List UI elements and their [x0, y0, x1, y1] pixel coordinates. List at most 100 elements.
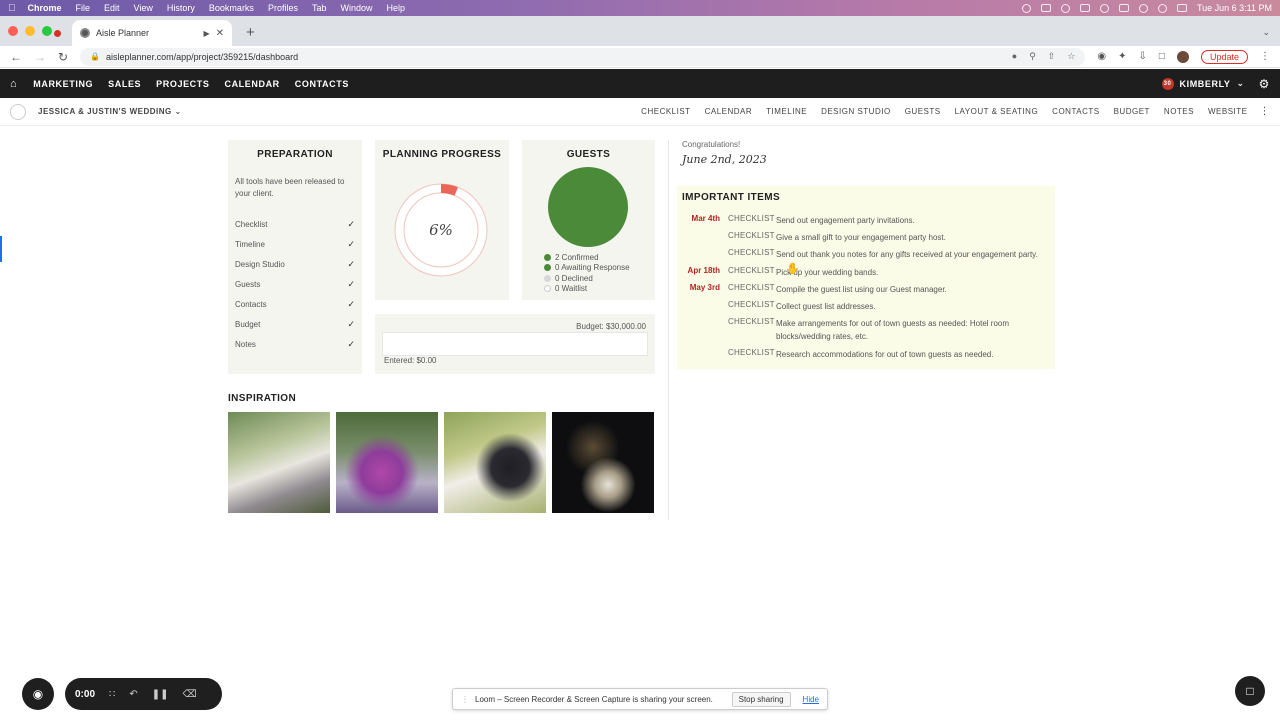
status-icon[interactable]	[1021, 3, 1031, 13]
chevron-down-icon[interactable]: ⌄	[174, 107, 181, 116]
hide-sharing-button[interactable]: Hide	[803, 695, 819, 704]
wifi-icon[interactable]	[1138, 3, 1148, 13]
important-item[interactable]: CHECKLIST Give a small gift to your enga…	[682, 231, 1046, 244]
menu-app-name[interactable]: Chrome	[28, 3, 62, 13]
project-selector[interactable]: JESSICA & JUSTIN'S WEDDING ⌄	[38, 107, 182, 116]
nav-calendar[interactable]: CALENDAR	[224, 79, 279, 89]
profile-avatar[interactable]	[1176, 50, 1189, 63]
important-item[interactable]: CHECKLIST Research accommodations for ou…	[682, 348, 1046, 361]
project-tab-budget[interactable]: BUDGET	[1114, 107, 1150, 116]
tool-item-checklist[interactable]: Checklist ✓	[235, 214, 355, 234]
notification-badge[interactable]: 30	[1161, 77, 1174, 90]
browser-menu-icon[interactable]: ⋮	[1260, 51, 1270, 62]
project-tab-timeline[interactable]: TIMELINE	[766, 107, 807, 116]
tool-item-budget[interactable]: Budget ✓	[235, 314, 355, 334]
project-tab-contacts[interactable]: CONTACTS	[1052, 107, 1099, 116]
drag-handle-icon[interactable]: ⋮	[461, 695, 469, 704]
menu-edit[interactable]: Edit	[104, 3, 120, 13]
important-item[interactable]: CHECKLIST Make arrangements for out of t…	[682, 317, 1046, 343]
forward-button[interactable]: →	[34, 50, 46, 64]
menu-history[interactable]: History	[167, 3, 195, 13]
share-icon[interactable]: ⇧	[1048, 51, 1056, 62]
minimize-window-button[interactable]	[25, 26, 35, 36]
important-item[interactable]: CHECKLIST Collect guest list addresses.	[682, 300, 1046, 313]
guests-card[interactable]: GUESTS 2 Confirmed 0 Awaiting Response 0…	[522, 140, 655, 300]
important-item[interactable]: May 3rd CHECKLIST Compile the guest list…	[682, 283, 1046, 296]
tool-item-timeline[interactable]: Timeline ✓	[235, 234, 355, 254]
pause-icon[interactable]: ❚❚	[152, 689, 169, 700]
important-item[interactable]: Mar 4th CHECKLIST Send out engagement pa…	[682, 214, 1046, 227]
download-icon[interactable]: ⇩	[1139, 51, 1147, 62]
chevron-down-icon[interactable]: ⌄	[1236, 78, 1244, 89]
important-item[interactable]: CHECKLIST Send out thank you notes for a…	[682, 248, 1046, 261]
menu-bookmarks[interactable]: Bookmarks	[209, 3, 254, 13]
menu-help[interactable]: Help	[386, 3, 405, 13]
grid-icon[interactable]: ∷	[109, 689, 115, 700]
more-options-icon[interactable]: ⋮	[1260, 106, 1271, 117]
project-tab-guests[interactable]: GUESTS	[905, 107, 941, 116]
user-name[interactable]: KIMBERLY	[1180, 79, 1231, 89]
project-tab-website[interactable]: WEBSITE	[1208, 107, 1248, 116]
nav-sales[interactable]: SALES	[108, 79, 141, 89]
browser-tab[interactable]: Aisle Planner ▶ ✕	[54, 20, 232, 46]
bluetooth-icon[interactable]	[1099, 3, 1109, 13]
battery-icon[interactable]	[1118, 4, 1129, 12]
maximize-window-button[interactable]	[42, 26, 52, 36]
zoom-icon[interactable]: ⚲	[1029, 51, 1036, 62]
url-text[interactable]: aisleplanner.com/app/project/359215/dash…	[106, 52, 298, 62]
tool-item-guests[interactable]: Guests ✓	[235, 274, 355, 294]
tool-item-contacts[interactable]: Contacts ✓	[235, 294, 355, 314]
extension-icon[interactable]: ◉	[1097, 51, 1106, 62]
bookmark-star-icon[interactable]: ☆	[1067, 51, 1075, 62]
close-tab-icon[interactable]: ✕	[216, 28, 224, 39]
gear-icon[interactable]: ⚙	[1259, 77, 1270, 91]
reload-button[interactable]: ↻	[58, 50, 68, 64]
project-tab-notes[interactable]: NOTES	[1164, 107, 1194, 116]
nav-marketing[interactable]: MARKETING	[33, 79, 93, 89]
project-tab-checklist[interactable]: CHECKLIST	[641, 107, 690, 116]
tool-item-notes[interactable]: Notes ✓	[235, 334, 355, 354]
menu-tab[interactable]: Tab	[312, 3, 327, 13]
project-tab-layout-seating[interactable]: LAYOUT & SEATING	[955, 107, 1039, 116]
user-menu[interactable]: 30 KIMBERLY ⌄	[1161, 77, 1245, 90]
speaker-icon[interactable]: ▶	[203, 29, 209, 38]
inspiration-photo-couple[interactable]	[444, 412, 546, 513]
inspiration-photo-wedding-cake[interactable]	[552, 412, 654, 513]
project-logo-icon[interactable]	[10, 103, 26, 120]
menu-window[interactable]: Window	[340, 3, 372, 13]
lock-icon[interactable]: 🔒	[90, 52, 100, 61]
chat-button[interactable]: □	[1235, 676, 1265, 706]
sidebar-icon[interactable]: □	[1159, 51, 1165, 62]
inspiration-photo-bride-bridesmaid[interactable]	[228, 412, 330, 513]
nav-projects[interactable]: PROJECTS	[156, 79, 209, 89]
project-name[interactable]: JESSICA & JUSTIN'S WEDDING	[38, 107, 172, 116]
project-tab-design-studio[interactable]: DESIGN STUDIO	[821, 107, 891, 116]
nav-contacts[interactable]: CONTACTS	[295, 79, 349, 89]
volume-icon[interactable]	[1079, 4, 1090, 12]
project-tab-calendar[interactable]: CALENDAR	[705, 107, 753, 116]
status-icon[interactable]	[1040, 4, 1051, 12]
loom-camera-button[interactable]: ◉	[22, 678, 54, 710]
trash-icon[interactable]: ⌫	[183, 689, 197, 700]
menu-profiles[interactable]: Profiles	[268, 3, 298, 13]
planning-progress-card[interactable]: PLANNING PROGRESS 6%	[375, 140, 509, 300]
close-window-button[interactable]	[8, 26, 18, 36]
microphone-icon[interactable]: ●	[1012, 51, 1017, 62]
inspiration-photo-orchid-centerpiece[interactable]	[336, 412, 438, 513]
menu-view[interactable]: View	[134, 3, 153, 13]
update-button[interactable]: Update	[1200, 49, 1248, 64]
apple-icon[interactable]: 	[8, 3, 16, 14]
important-item[interactable]: Apr 18th CHECKLIST Pick up your wedding …	[682, 266, 1046, 279]
menu-bar-clock[interactable]: Tue Jun 6 3:11 PM	[1197, 3, 1272, 13]
tab-search-chevron-icon[interactable]: ⌄	[1262, 27, 1270, 38]
undo-icon[interactable]: ↶	[129, 689, 137, 700]
puzzle-icon[interactable]: ✦	[1118, 51, 1126, 62]
tool-item-design-studio[interactable]: Design Studio ✓	[235, 254, 355, 274]
address-bar[interactable]: 🔒 aisleplanner.com/app/project/359215/da…	[80, 47, 1086, 66]
search-icon[interactable]	[1157, 3, 1167, 13]
status-icon[interactable]	[1060, 3, 1070, 13]
stop-sharing-button[interactable]: Stop sharing	[731, 691, 791, 707]
menu-file[interactable]: File	[76, 3, 91, 13]
home-icon[interactable]: ⌂	[10, 78, 17, 90]
budget-card[interactable]: Budget: $30,000.00 Entered: $0.00	[375, 314, 655, 374]
